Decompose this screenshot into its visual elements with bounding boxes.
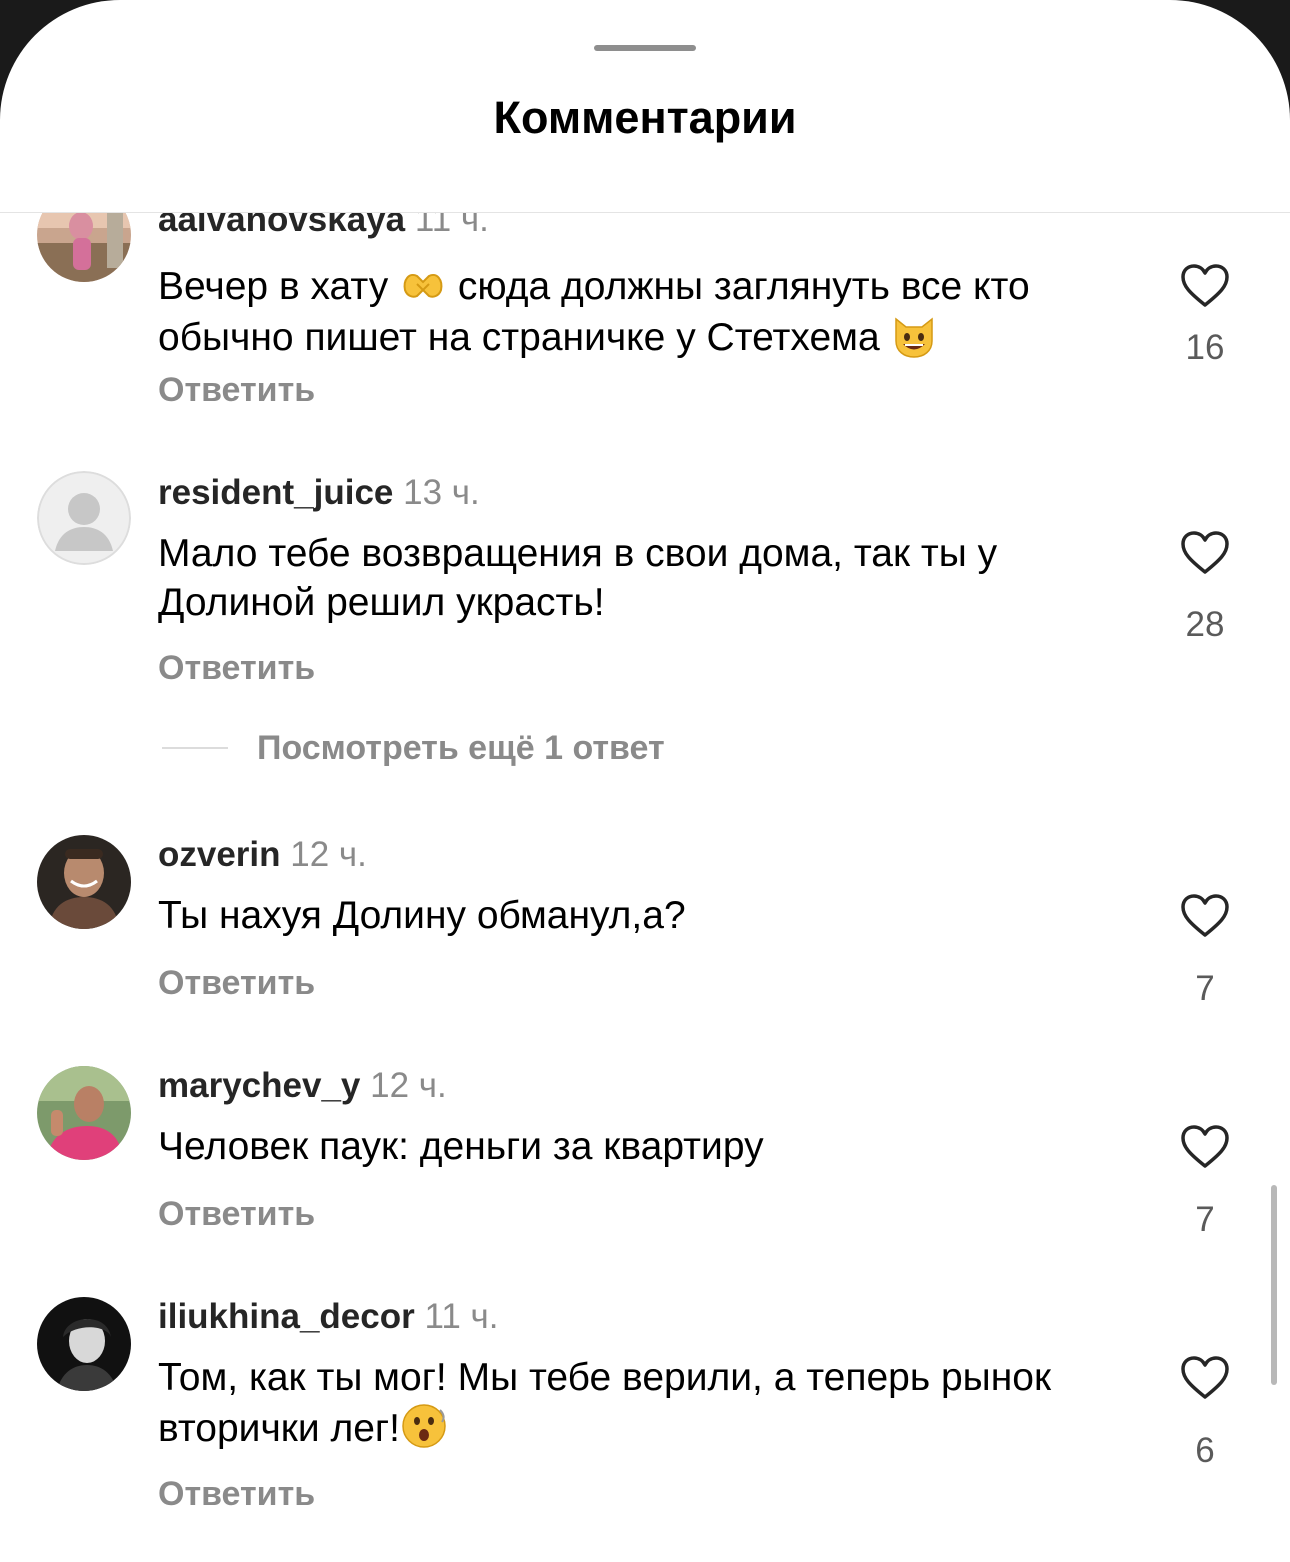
sheet-drag-handle[interactable] [594, 45, 696, 51]
view-more-replies-label[interactable]: Посмотреть ещё 1 ответ [257, 729, 665, 768]
comment-text: Мало тебе возвращения в свои дома, так т… [158, 532, 998, 624]
reply-button[interactable]: Ответить [158, 1195, 315, 1234]
timestamp: 12 ч. [290, 835, 367, 874]
username[interactable]: resident_juice [158, 473, 393, 512]
avatar[interactable] [37, 1297, 131, 1391]
reply-button[interactable]: Ответить [158, 1475, 315, 1514]
reply-thread-line [162, 747, 228, 749]
comment-meta: resident_juice 13 ч. [158, 473, 480, 513]
grinning-cat-emoji-icon [890, 311, 938, 359]
heart-icon[interactable] [1180, 1124, 1230, 1170]
reply-button[interactable]: Ответить [158, 371, 315, 410]
comment-meta: aaivanovskaya 11 ч. [158, 213, 489, 240]
comment-meta: ozverin 12 ч. [158, 835, 367, 875]
comment-text-part: Том, как ты мог! Мы тебе верили, а тепер… [158, 1356, 1052, 1450]
heart-icon[interactable] [1180, 893, 1230, 939]
comments-list[interactable]: aaivanovskaya 11 ч. Вечер в хату сюда до… [0, 213, 1290, 1562]
comment-text-part: Вечер в хату [158, 265, 400, 308]
like-count: 7 [1195, 969, 1215, 1008]
heart-icon[interactable] [1180, 530, 1230, 576]
default-avatar-icon[interactable] [37, 471, 131, 565]
timestamp: 13 ч. [403, 473, 480, 512]
avatar[interactable] [37, 835, 131, 929]
comment-text: Ты нахуя Долину обманул,а? [158, 894, 686, 937]
astonished-face-emoji-icon [400, 1402, 448, 1450]
avatar[interactable] [37, 1066, 131, 1160]
username[interactable]: ozverin [158, 835, 281, 874]
heart-icon[interactable] [1180, 263, 1230, 309]
scrollbar[interactable] [1271, 1185, 1277, 1385]
reply-button[interactable]: Ответить [158, 964, 315, 1003]
username[interactable]: iliukhina_decor [158, 1297, 415, 1336]
like-count: 6 [1195, 1431, 1215, 1470]
like-count: 16 [1185, 328, 1225, 367]
comment-text: Том, как ты мог! Мы тебе верили, а тепер… [158, 1353, 1148, 1453]
reply-button[interactable]: Ответить [158, 649, 315, 688]
comment-meta: iliukhina_decor 11 ч. [158, 1297, 499, 1337]
comment-meta: marychev_y 12 ч. [158, 1066, 447, 1106]
comment-text: Вечер в хату сюда должны заглянуть все к… [158, 260, 1148, 362]
timestamp: 12 ч. [370, 1066, 447, 1105]
like-count: 7 [1195, 1200, 1215, 1239]
like-count: 28 [1185, 605, 1225, 644]
comments-sheet: Комментарии aaivanovskaya 11 ч. Вечер в [0, 0, 1290, 1562]
avatar[interactable] [37, 213, 131, 282]
comment-text: Человек паук: деньги за квартиру [158, 1125, 764, 1168]
username[interactable]: aaivanovskaya [158, 213, 405, 239]
timestamp: 11 ч. [414, 213, 489, 239]
heart-icon[interactable] [1180, 1355, 1230, 1401]
heart-hands-emoji-icon [399, 260, 447, 308]
timestamp: 11 ч. [424, 1297, 499, 1336]
sheet-title: Комментарии [493, 92, 797, 143]
username[interactable]: marychev_y [158, 1066, 360, 1105]
